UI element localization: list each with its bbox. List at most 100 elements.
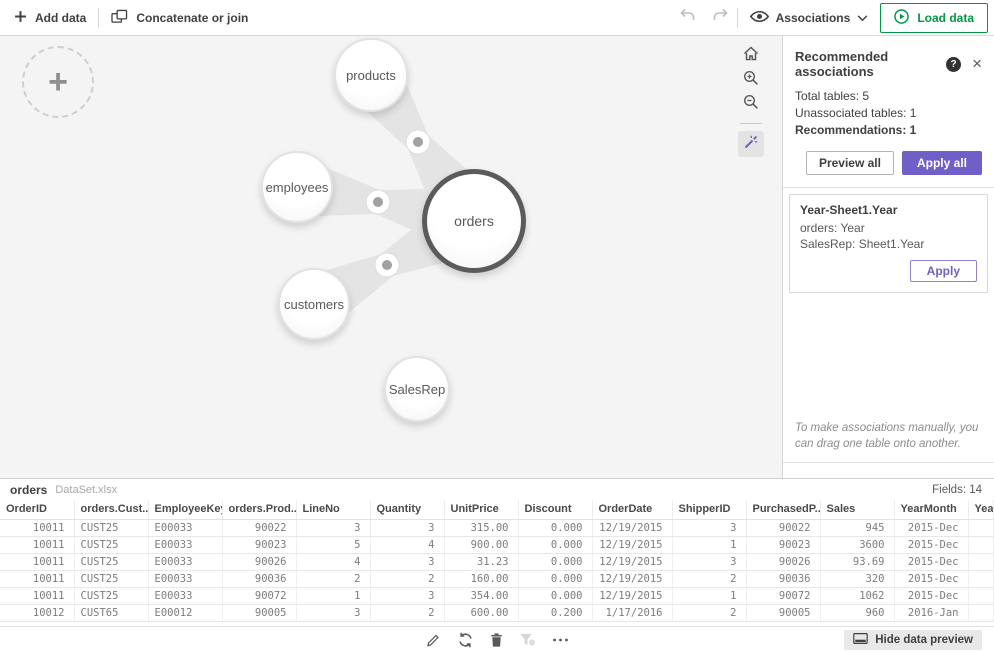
table-cell: 3	[296, 519, 370, 536]
apply-all-button[interactable]: Apply all	[902, 151, 982, 175]
column-header[interactable]: UnitPrice	[444, 500, 518, 519]
table-cell: 2015-Dec	[894, 519, 968, 536]
zoom-out-icon	[743, 94, 759, 115]
table-cell: 2	[370, 570, 444, 587]
magic-wand-button[interactable]	[738, 131, 764, 157]
table-cell: CUST25	[74, 519, 148, 536]
column-header[interactable]: ShipperID	[672, 500, 746, 519]
add-table-placeholder[interactable]: +	[22, 46, 94, 118]
stat-total-tables: Total tables: 5	[795, 89, 982, 103]
column-header[interactable]: Discount	[518, 500, 592, 519]
redo-icon	[712, 8, 729, 27]
help-icon[interactable]: ?	[946, 57, 961, 72]
top-toolbar: Add data Concatenate or join Association…	[0, 0, 994, 36]
table-row: 10011CUST25E000339002354900.000.00012/19…	[0, 536, 994, 553]
zoom-out-button[interactable]	[736, 92, 766, 116]
column-header[interactable]: LineNo	[296, 500, 370, 519]
column-header[interactable]: OrderDate	[592, 500, 672, 519]
column-header[interactable]: EmployeeKey	[148, 500, 222, 519]
table-row: 10011CUST25E00033900264331.230.00012/19/…	[0, 553, 994, 570]
table-cell: E00033	[148, 587, 222, 604]
table-cell	[968, 519, 994, 536]
association-canvas[interactable]: + products employees orders customers Sa…	[0, 36, 782, 478]
hide-data-preview-button[interactable]: Hide data preview	[844, 630, 982, 650]
table-cell: 90026	[222, 553, 296, 570]
more-options-button[interactable]	[553, 638, 569, 642]
column-header[interactable]: Sales	[820, 500, 894, 519]
panel-collapse-icon	[853, 633, 868, 647]
column-header[interactable]: PurchasedP...	[746, 500, 820, 519]
table-cell: 90005	[222, 604, 296, 621]
canvas-mini-toolbar	[736, 44, 766, 157]
column-header[interactable]: orders.Prod...	[222, 500, 296, 519]
column-header[interactable]: YearMonth	[894, 500, 968, 519]
table-bubble-orders[interactable]: orders	[422, 169, 526, 273]
association-hint: To make associations manually, you can d…	[783, 420, 994, 452]
table-cell: 90072	[746, 587, 820, 604]
redo-button[interactable]	[704, 0, 737, 35]
column-header[interactable]: orders.Cust...	[74, 500, 148, 519]
table-cell	[968, 553, 994, 570]
concatenate-or-join-button[interactable]: Concatenate or join	[99, 0, 260, 35]
table-row: 10012CUST65E000129000532600.000.2001/17/…	[0, 604, 994, 621]
undo-icon	[679, 8, 696, 27]
table-cell: 960	[820, 604, 894, 621]
table-cell	[968, 570, 994, 587]
preview-table: OrderIDorders.Cust...EmployeeKeyorders.P…	[0, 500, 994, 622]
table-cell: CUST25	[74, 536, 148, 553]
table-cell: 3600	[820, 536, 894, 553]
panel-title: Recommended associations	[795, 49, 946, 79]
table-bubble-customers[interactable]: customers	[278, 268, 350, 340]
close-icon[interactable]: ×	[970, 57, 984, 71]
association-node-dot	[373, 197, 383, 207]
table-cell: 90026	[746, 553, 820, 570]
table-row: 10011CUST25E000339003622160.000.00012/19…	[0, 570, 994, 587]
preview-all-button[interactable]: Preview all	[806, 151, 894, 175]
delete-table-button[interactable]	[491, 633, 503, 647]
recommendation-detail: SalesRep: Sheet1.Year	[800, 237, 977, 251]
home-button[interactable]	[736, 44, 766, 68]
magic-wand-icon	[743, 134, 759, 155]
add-data-label: Add data	[35, 11, 86, 25]
table-cell: 0.000	[518, 570, 592, 587]
table-cell: 2	[672, 570, 746, 587]
add-data-button[interactable]: Add data	[2, 0, 98, 35]
column-header[interactable]: OrderID	[0, 500, 74, 519]
filter-button-disabled[interactable]	[520, 633, 536, 647]
column-header[interactable]: Quantity	[370, 500, 444, 519]
table-bubble-employees[interactable]: employees	[261, 151, 333, 223]
preview-header: orders DataSet.xlsx Fields: 14	[0, 479, 994, 500]
table-cell: 90022	[746, 519, 820, 536]
reload-table-button[interactable]	[458, 632, 474, 648]
table-cell: 90005	[746, 604, 820, 621]
table-cell: 315.00	[444, 519, 518, 536]
associations-view-selector[interactable]: Associations	[738, 10, 881, 26]
preview-table-head-row: OrderIDorders.Cust...EmployeeKeyorders.P…	[0, 500, 994, 519]
table-cell	[968, 604, 994, 621]
panel-stats: Total tables: 5 Unassociated tables: 1 R…	[783, 89, 994, 137]
recommendation-card[interactable]: Year-Sheet1.Year orders: Year SalesRep: …	[789, 194, 988, 293]
table-cell: CUST25	[74, 570, 148, 587]
zoom-in-icon	[743, 70, 759, 91]
table-cell: CUST25	[74, 553, 148, 570]
load-data-button[interactable]: Load data	[880, 3, 988, 33]
table-row: 10011CUST25E000339002233315.000.00012/19…	[0, 519, 994, 536]
fields-count-label: Fields: 14	[932, 484, 982, 496]
recommendation-title: Year-Sheet1.Year	[800, 203, 977, 217]
table-cell: 2015-Dec	[894, 536, 968, 553]
table-cell: 900.00	[444, 536, 518, 553]
plus-icon	[14, 10, 27, 26]
zoom-in-button[interactable]	[736, 68, 766, 92]
column-header[interactable]: Year	[968, 500, 994, 519]
table-cell: 1/17/2016	[592, 604, 672, 621]
undo-button[interactable]	[671, 0, 704, 35]
table-cell: 12/19/2015	[592, 519, 672, 536]
table-cell: 2015-Dec	[894, 570, 968, 587]
table-cell: E00033	[148, 536, 222, 553]
apply-button[interactable]: Apply	[910, 260, 977, 282]
edit-table-button[interactable]	[426, 633, 441, 648]
table-cell: 2015-Dec	[894, 553, 968, 570]
table-bubble-products[interactable]: products	[334, 38, 408, 112]
table-cell: 10012	[0, 604, 74, 621]
table-bubble-salesrep[interactable]: SalesRep	[384, 356, 450, 422]
